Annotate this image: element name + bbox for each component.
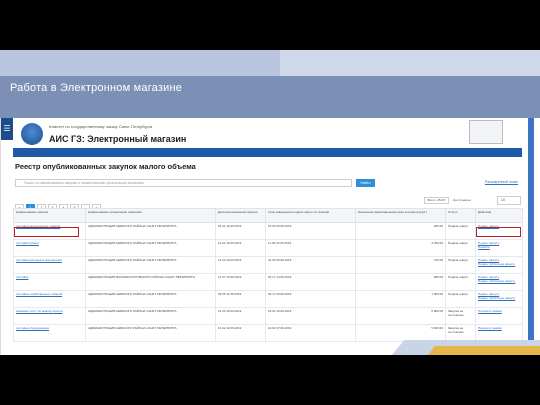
action-link[interactable]: Подать публичную оферту — [478, 262, 520, 266]
accent-bar — [528, 118, 534, 355]
search-button[interactable]: Найти — [356, 179, 375, 187]
price-cell: 7 000.00 — [431, 292, 443, 296]
price-cell: 825.00 — [433, 275, 443, 279]
date-cell: 12.47 10.06.2019 — [218, 275, 242, 279]
column-header[interactable]: Наименование закупки — [13, 208, 86, 223]
org-cell: АДМИНИСТРАЦИЯ ВАСИЛЕОСТРОВСКОГО РАЙОНА С… — [88, 275, 195, 279]
org-cell: АДМИНИСТРАЦИЯ НЕВСКОГО РАЙОНА САНКТ-ПЕТЕ… — [88, 224, 177, 228]
status-cell: Закупка не состоялась — [448, 326, 464, 334]
advanced-search-link[interactable]: Расширенный поиск — [485, 180, 518, 184]
table-row: поставка бумаги АДМИНИСТРАЦИЯ НЕВСКОГО РА… — [13, 239, 523, 257]
purchase-name-link[interactable]: поставка расходных материалов — [16, 258, 83, 262]
action-link[interactable]: Подать публичную оферту — [478, 296, 520, 300]
action-link[interactable]: Подать публичную оферту — [478, 279, 520, 283]
date-cell: 09.55 11.06.2019 — [218, 292, 242, 296]
price-cell: 5 600.00 — [431, 326, 443, 330]
column-header[interactable]: Наименование организации заказчика — [85, 208, 216, 223]
table-row: поставка канцелярских товаров АДМИНИСТРАЦ… — [13, 222, 523, 240]
purchase-name-link[interactable]: поставка хозяйственных товаров — [16, 292, 83, 296]
purchase-name-link[interactable]: оказание услуг по вывозу мусора — [16, 309, 83, 313]
logo — [21, 123, 43, 145]
deadline-cell: 16.02 16.06.2019 — [268, 309, 292, 313]
price-cell: 205.00 — [433, 224, 443, 228]
price-cell: 6 800.00 — [431, 309, 443, 313]
decorative-shape — [424, 346, 540, 355]
status-cell: Подача оферт — [448, 241, 468, 245]
column-header[interactable]: Действия — [475, 208, 523, 223]
emblem-logo — [469, 120, 503, 144]
per-page-select[interactable]: 10 — [497, 196, 521, 205]
org-cell: АДМИНИСТРАЦИЯ НЕВСКОГО РАЙОНА САНКТ-ПЕТЕ… — [88, 292, 177, 296]
deadline-cell: 01.00 20.06.2019 — [268, 258, 292, 262]
page-title: Реестр опубликованных закупок малого объ… — [15, 162, 196, 171]
pagination: «12345...» — [15, 196, 103, 212]
date-cell: 12.01 10.06.2019 — [218, 241, 242, 245]
org-cell: АДМИНИСТРАЦИЯ НЕВСКОГО РАЙОНА САНКТ-ПЕТЕ… — [88, 241, 177, 245]
column-header[interactable]: Срок завершения подачи оферт по позиции — [265, 208, 356, 223]
main-nav: Закупки Публичные оферты Контракты — [13, 148, 522, 162]
column-header[interactable]: Начальная (максимальная) цена контракта … — [355, 208, 446, 223]
table-row: поставка оборудования АДМИНИСТРАЦИЯ НЕВСК… — [13, 324, 523, 342]
org-cell: АДМИНИСТРАЦИЯ НЕВСКОГО РАЙОНА САНКТ-ПЕТЕ… — [88, 309, 177, 313]
slide-title: Работа в Электронном магазине — [10, 82, 183, 94]
per-page-label: На странице: — [453, 198, 472, 202]
table-row: оказание услуг по вывозу мусора АДМИНИСТР… — [13, 307, 523, 325]
action-link[interactable]: Просмотр заявки — [478, 326, 520, 330]
column-header[interactable]: Статус — [445, 208, 476, 223]
table-body: поставка канцелярских товаров АДМИНИСТРАЦ… — [13, 222, 523, 342]
table-row: поставка АДМИНИСТРАЦИЯ ВАСИЛЕОСТРОВСКОГО … — [13, 273, 523, 291]
app-title: АИС ГЗ: Электронный магазин — [49, 134, 187, 144]
slide: Работа в Электронном магазине ☰ Комитет … — [0, 50, 540, 355]
purchase-name-link[interactable]: поставка бумаги — [16, 241, 83, 245]
status-cell: Закупка не состоялась — [448, 309, 464, 317]
screenshot-area: ☰ Комитет по государственному заказу Сан… — [0, 118, 527, 355]
price-cell: 472.00 — [433, 258, 443, 262]
org-cell: АДМИНИСТРАЦИЯ НЕВСКОГО РАЙОНА САНКТ-ПЕТЕ… — [88, 326, 177, 330]
table-row: поставка расходных материалов АДМИНИСТРАЦ… — [13, 256, 523, 274]
search-input[interactable]: Поиск по наименованию закупки и наименов… — [15, 179, 352, 187]
deadline-cell: 00.17 14.06.2019 — [268, 275, 292, 279]
band-decoration — [280, 50, 540, 76]
action-link[interactable]: Просмотр заявки — [478, 309, 520, 313]
table-header: Наименование закупки Наименование организ… — [13, 208, 523, 223]
action-link[interactable]: Перейти — [478, 245, 520, 249]
deadline-cell: 10.00 17.06.2019 — [268, 326, 292, 330]
purchases-table: Наименование закупки Наименование организ… — [13, 208, 523, 342]
purchase-name-link[interactable]: поставка оборудования — [16, 326, 83, 330]
org-cell: АДМИНИСТРАЦИЯ НЕВСКОГО РАЙОНА САНКТ-ПЕТЕ… — [88, 258, 177, 262]
deadline-cell: 00.17 20.06.2019 — [268, 292, 292, 296]
total-count: Всего: 25167 — [424, 197, 449, 204]
deadline-cell: 11.00 20.06.2019 — [268, 241, 292, 245]
table-row: поставка хозяйственных товаров АДМИНИСТРА… — [13, 290, 523, 308]
date-cell: 13.43 10.06.2019 — [218, 258, 242, 262]
highlight-box — [476, 227, 521, 237]
purchase-name-link[interactable]: поставка — [16, 275, 83, 279]
status-cell: Подача оферт — [448, 258, 468, 262]
price-cell: 4 250.00 — [431, 241, 443, 245]
date-cell: 04.01.10.06.2019 — [218, 224, 242, 228]
status-cell: Подача оферт — [448, 292, 468, 296]
date-cell: 13.42 10.06.2019 — [218, 326, 242, 330]
title-band: Работа в Электронном магазине — [0, 50, 540, 118]
status-cell: Подача оферт — [448, 224, 468, 228]
highlight-box — [14, 227, 79, 237]
column-header[interactable]: Дата возникновения закупки — [215, 208, 266, 223]
deadline-cell: 15.05 20.06.2019 — [268, 224, 292, 228]
date-cell: 13.43 10.06.2019 — [218, 309, 242, 313]
hamburger-icon[interactable]: ☰ — [1, 118, 13, 140]
org-name: Комитет по государственному заказу Санкт… — [49, 124, 153, 129]
status-cell: Подача оферт — [448, 275, 468, 279]
